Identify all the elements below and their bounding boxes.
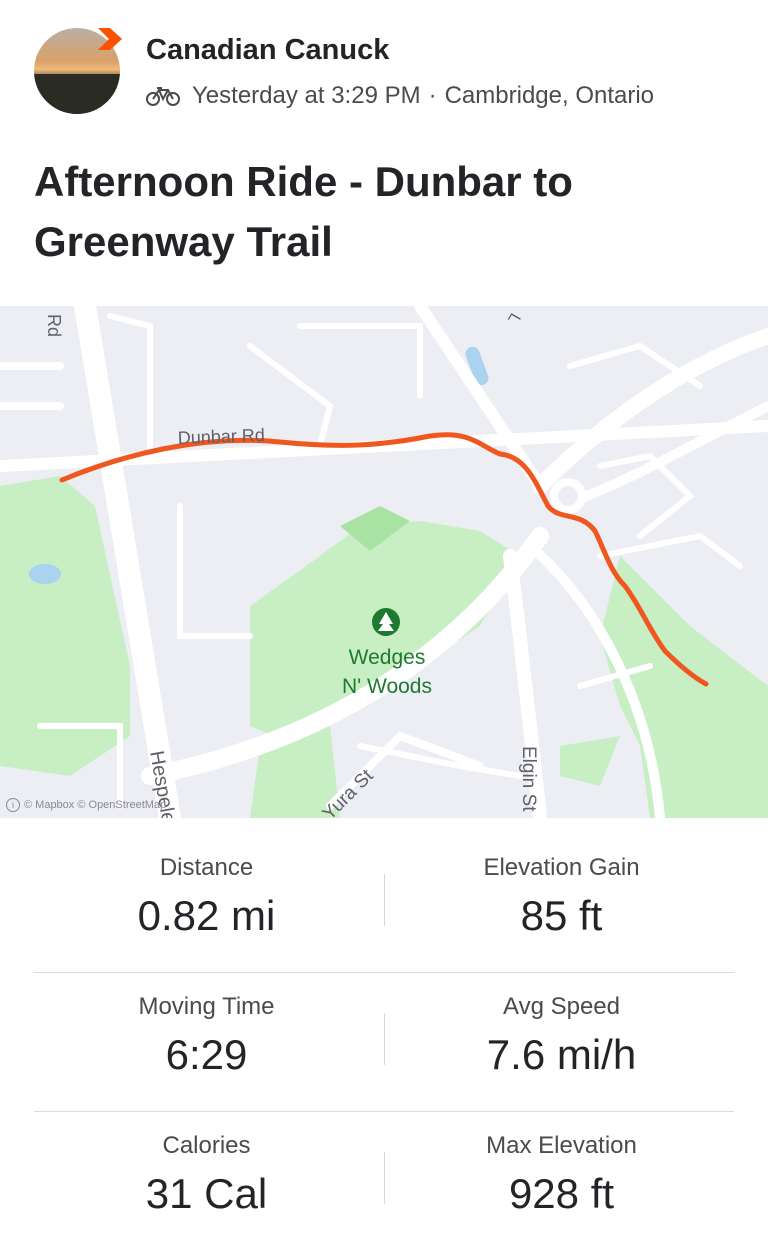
info-icon[interactable]: i	[6, 798, 20, 812]
meta-separator: ·	[428, 82, 437, 109]
stat-value: 85 ft	[520, 892, 603, 939]
activity-time: Yesterday at 3:29 PM	[192, 82, 421, 109]
stat-label: Calories	[162, 1132, 251, 1159]
route-map[interactable]: Dunbar Rd Rd L Wedges N' Woods Hespeler …	[0, 306, 768, 818]
stat-distance: Distance 0.82 mi	[34, 834, 379, 940]
roundabout	[550, 478, 586, 514]
activity-header: Canadian Canuck Yesterday at 3:29 PM · C…	[0, 0, 768, 130]
stat-value: 928 ft	[508, 1170, 615, 1217]
stat-label: Max Elevation	[486, 1132, 637, 1159]
athlete-name[interactable]: Canadian Canuck	[146, 34, 389, 67]
label-park-line2: N' Woods	[342, 675, 432, 698]
stat-label: Moving Time	[138, 993, 275, 1020]
stat-label: Elevation Gain	[483, 854, 640, 881]
attribution-text: © Mapbox © OpenStreetMap	[24, 799, 167, 811]
pond-left	[29, 564, 61, 584]
stat-elevation-gain: Elevation Gain 85 ft	[384, 834, 739, 940]
stat-avg-speed: Avg Speed 7.6 mi/h	[384, 973, 739, 1079]
map-canvas: Dunbar Rd Rd L Wedges N' Woods Hespeler …	[0, 306, 768, 818]
map-attribution[interactable]: i © Mapbox © OpenStreetMap	[6, 798, 166, 812]
stats-row-1: Distance 0.82 mi Elevation Gain 85 ft	[34, 834, 734, 973]
stat-label: Avg Speed	[503, 993, 620, 1020]
stat-moving-time: Moving Time 6:29	[34, 973, 379, 1079]
label-elgin-st: Elgin St	[518, 746, 539, 812]
stats-row-2: Moving Time 6:29 Avg Speed 7.6 mi/h	[34, 973, 734, 1112]
label-rd-top: Rd	[44, 314, 64, 337]
stat-calories: Calories 31 Cal	[34, 1112, 379, 1218]
activity-title[interactable]: Afternoon Ride - Dunbar to Greenway Trai…	[34, 152, 734, 272]
label-park-line1: Wedges	[349, 646, 426, 669]
park-bottom-right	[560, 736, 620, 786]
label-l-top: L	[504, 310, 523, 326]
label-dunbar-rd: Dunbar Rd	[177, 425, 265, 448]
stat-value: 7.6 mi/h	[486, 1031, 637, 1078]
activity-meta: Yesterday at 3:29 PM · Cambridge, Ontari…	[146, 82, 654, 110]
bicycle-icon	[146, 87, 180, 106]
avatar-silhouette	[34, 74, 120, 114]
stat-value: 0.82 mi	[137, 892, 276, 939]
stat-label: Distance	[159, 854, 254, 881]
stats-grid: Distance 0.82 mi Elevation Gain 85 ft Mo…	[34, 834, 734, 1250]
stat-value: 31 Cal	[145, 1170, 268, 1217]
stat-max-elevation: Max Elevation 928 ft	[384, 1112, 739, 1218]
activity-location: Cambridge, Ontario	[444, 82, 655, 109]
subscriber-badge-icon	[98, 28, 122, 50]
stats-row-3: Calories 31 Cal Max Elevation 928 ft	[34, 1112, 734, 1250]
stat-value: 6:29	[165, 1031, 248, 1078]
